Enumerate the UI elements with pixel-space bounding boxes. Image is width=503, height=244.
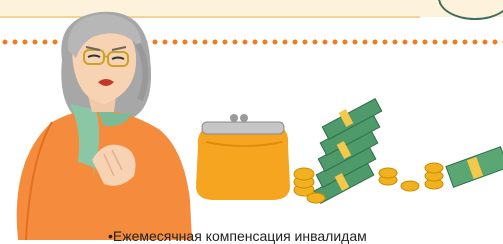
illustration <box>16 11 503 240</box>
woman-illustration <box>16 11 192 240</box>
banknote-icon <box>445 146 503 188</box>
caption-text: •Ежемесячная компенсация инвалидам <box>108 228 367 244</box>
money-stack-icon <box>313 98 383 204</box>
purse-icon <box>196 114 290 200</box>
